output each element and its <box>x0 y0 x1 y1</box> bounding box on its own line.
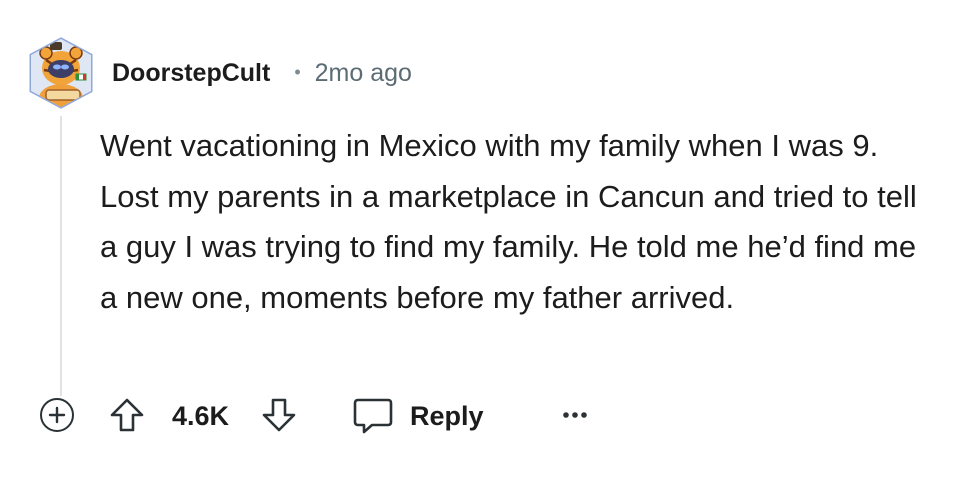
tiger-mascot-avatar-icon <box>29 37 93 109</box>
comment-meta: DoorstepCult • 2mo ago <box>112 57 412 89</box>
reply-button[interactable]: Reply <box>352 394 484 438</box>
meta-separator: • <box>294 61 301 82</box>
expand-thread-button[interactable] <box>40 398 74 432</box>
reply-label: Reply <box>410 400 484 431</box>
arrow-down-outline-icon <box>262 398 296 432</box>
upvote-button[interactable] <box>108 396 146 434</box>
more-options-button[interactable] <box>560 402 590 428</box>
downvote-button[interactable] <box>260 396 298 434</box>
arrow-up-outline-icon <box>110 398 144 432</box>
avatar[interactable] <box>24 36 98 110</box>
comment-body: Went vacationing in Mexico with my famil… <box>100 128 917 315</box>
comment-action-bar: 4.6K Reply <box>0 390 962 444</box>
ellipsis-icon <box>563 412 587 418</box>
vote-score: 4.6K <box>172 401 230 431</box>
timestamp[interactable]: 2mo ago <box>315 59 412 88</box>
thread-line[interactable] <box>60 116 62 396</box>
username[interactable]: DoorstepCult <box>112 59 270 88</box>
plus-circle-icon <box>48 406 66 424</box>
speech-bubble-icon <box>353 398 393 434</box>
